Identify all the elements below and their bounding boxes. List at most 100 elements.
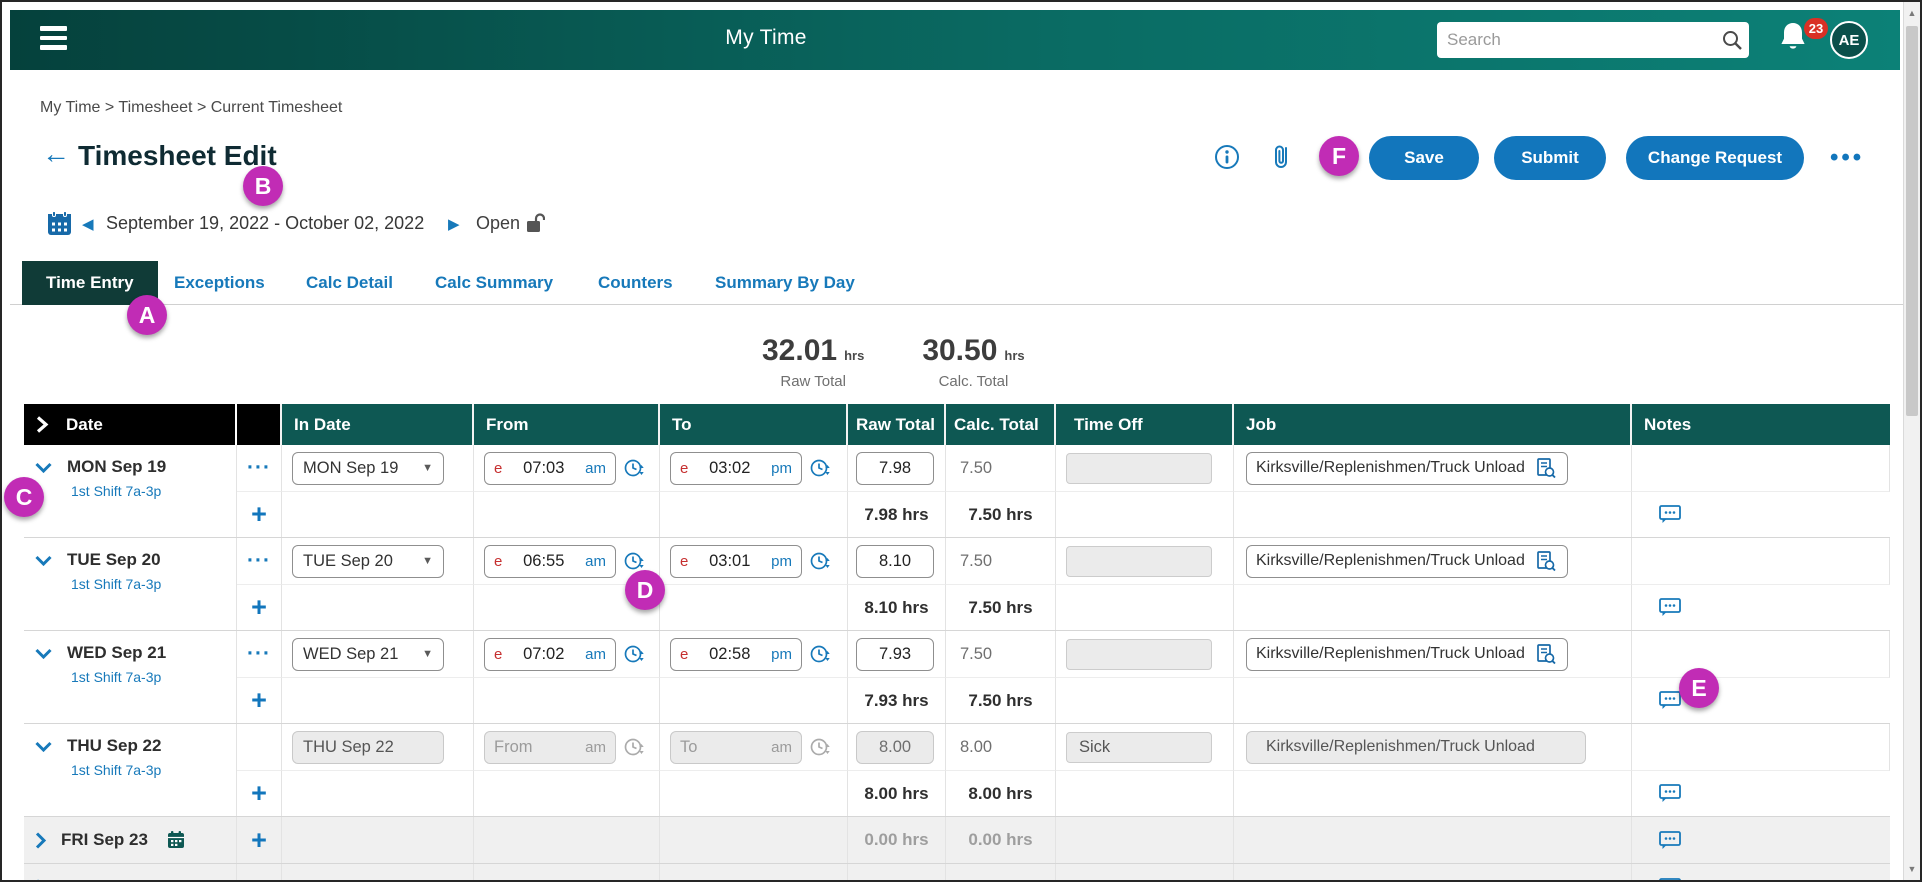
period-range: September 19, 2022 - October 02, 2022 (106, 213, 425, 233)
add-row-button[interactable]: + (237, 826, 281, 854)
to-time-input[interactable]: e 02:58 pm (670, 637, 802, 671)
from-time-input[interactable]: e 07:02 am (484, 637, 616, 671)
calc-total-block: 30.50 hrs Calc. Total (922, 334, 1025, 390)
in-date-select[interactable]: TUE Sep 20 ▼ (292, 544, 444, 578)
info-icon[interactable] (1214, 144, 1240, 175)
avatar[interactable]: AE (1830, 21, 1868, 59)
chevron-right-icon[interactable] (34, 878, 47, 880)
previous-period-button[interactable]: ◀ (82, 215, 94, 233)
row-menu-button[interactable]: ··· (237, 457, 281, 478)
save-button[interactable]: Save (1369, 136, 1479, 180)
chevron-down-icon[interactable] (34, 740, 53, 753)
clock-arrows-icon[interactable] (623, 643, 646, 666)
row-menu-button[interactable]: ··· (237, 643, 281, 664)
add-row-button[interactable]: + (237, 687, 281, 714)
scroll-up-arrow[interactable]: ▲ (1904, 8, 1920, 18)
tab-calc-detail[interactable]: Calc Detail (306, 261, 393, 305)
shift-label[interactable]: 1st Shift 7a-3p (71, 483, 161, 499)
job-input[interactable]: Kirksville/Replenishmen/Truck Unload (1246, 544, 1568, 578)
calc-subtotal: 7.50 hrs (968, 597, 1033, 617)
chevron-down-icon[interactable] (34, 647, 53, 660)
day-label: THU Sep 22 (67, 736, 162, 755)
scroll-down-arrow[interactable]: ▼ (1904, 864, 1920, 874)
chevron-down-icon[interactable] (34, 554, 53, 567)
more-actions-button[interactable]: ••• (1830, 144, 1864, 172)
schedule-mini-calendar-icon[interactable] (166, 830, 186, 850)
tab-calc-summary[interactable]: Calc Summary (435, 261, 553, 305)
tab-summary-by-day[interactable]: Summary By Day (715, 261, 855, 305)
tab-counters[interactable]: Counters (598, 261, 673, 305)
row-menu-button[interactable]: ··· (237, 550, 281, 571)
day-label: MON Sep 19 (67, 457, 167, 476)
submit-button[interactable]: Submit (1494, 136, 1606, 180)
paperclip-icon[interactable] (1270, 142, 1292, 177)
hamburger-menu-icon[interactable] (40, 26, 68, 54)
from-time-input[interactable]: e 07:03 am (484, 451, 616, 485)
clock-arrows-icon[interactable] (809, 550, 832, 573)
from-time-input[interactable]: e 06:55 am (484, 544, 616, 578)
calc-total-value: 7.50 (960, 644, 993, 663)
app-title: My Time (725, 26, 807, 49)
scrollbar-thumb[interactable] (1906, 26, 1918, 416)
notes-comment-icon[interactable] (1658, 877, 1682, 880)
time-off-input: Sick (1066, 731, 1212, 763)
notes-comment-icon[interactable] (1658, 597, 1682, 618)
next-period-button[interactable]: ▶ (448, 215, 460, 233)
calc-total-value: 7.50 (960, 551, 993, 570)
calc-total-value: 30.50 (922, 334, 998, 367)
notes-comment-icon[interactable] (1658, 504, 1682, 525)
job-input[interactable]: Kirksville/Replenishmen/Truck Unload (1246, 637, 1568, 671)
vertical-scrollbar[interactable]: ▲ ▼ (1903, 2, 1920, 880)
to-time-input[interactable]: e 03:01 pm (670, 544, 802, 578)
clock-arrows-icon[interactable] (623, 550, 646, 573)
back-button[interactable]: ← (42, 140, 70, 168)
header-from: From (474, 404, 660, 445)
notes-comment-icon[interactable] (1658, 690, 1682, 711)
raw-subtotal: 8.10 hrs (864, 597, 929, 617)
search-input[interactable] (1437, 30, 1715, 50)
day-block-thu: THU Sep 22 1st Shift 7a-3p THU Sep 22 Fr… (24, 724, 1890, 817)
clock-arrows-icon[interactable] (809, 643, 832, 666)
chevron-down-icon[interactable] (34, 461, 53, 474)
time-off-input[interactable] (1066, 452, 1212, 484)
add-row-button[interactable]: + (237, 594, 281, 621)
shift-label[interactable]: 1st Shift 7a-3p (71, 576, 161, 592)
expand-all-chevron-icon[interactable] (34, 415, 50, 434)
shift-label[interactable]: 1st Shift 7a-3p (71, 762, 161, 778)
org-lookup-icon[interactable] (1534, 456, 1558, 480)
add-row-button[interactable]: + (237, 780, 281, 807)
raw-total-input[interactable]: 8.10 (856, 544, 934, 578)
search-icon[interactable] (1715, 23, 1749, 57)
notes-comment-icon[interactable] (1658, 783, 1682, 804)
in-date-select[interactable]: WED Sep 21 ▼ (292, 637, 444, 671)
shift-label[interactable]: 1st Shift 7a-3p (71, 669, 161, 685)
job-input[interactable]: Kirksville/Replenishmen/Truck Unload (1246, 451, 1568, 485)
add-row-button[interactable]: + (237, 501, 281, 528)
clock-arrows-icon[interactable] (623, 457, 646, 480)
calendar-icon[interactable] (46, 210, 73, 242)
change-request-button[interactable]: Change Request (1626, 136, 1804, 180)
org-lookup-icon[interactable] (1534, 642, 1558, 666)
calc-total-value: 8.00 (960, 737, 993, 756)
notifications-button[interactable]: 23 (1778, 18, 1828, 64)
annotation-marker-e: E (1679, 668, 1719, 708)
edited-flag: e (680, 645, 689, 663)
org-lookup-icon[interactable] (1534, 549, 1558, 573)
edited-flag: e (680, 459, 689, 477)
add-row-button[interactable]: + (237, 873, 281, 880)
edited-flag: e (494, 552, 503, 570)
to-time-input[interactable]: e 03:02 pm (670, 451, 802, 485)
tab-exceptions[interactable]: Exceptions (174, 261, 265, 305)
time-off-input[interactable] (1066, 638, 1212, 670)
calc-subtotal: 0.00 hrs (946, 877, 1055, 880)
clock-arrows-icon[interactable] (809, 457, 832, 480)
raw-total-input[interactable]: 7.93 (856, 637, 934, 671)
in-date-select[interactable]: MON Sep 19 ▼ (292, 451, 444, 485)
notes-comment-icon[interactable] (1658, 830, 1682, 851)
chevron-right-icon[interactable] (34, 831, 47, 850)
time-off-input[interactable] (1066, 545, 1212, 577)
day-label: FRI Sep 23 (61, 830, 148, 849)
breadcrumb[interactable]: My Time > Timesheet > Current Timesheet (40, 99, 342, 117)
job-input: Kirksville/Replenishmen/Truck Unload (1246, 730, 1586, 764)
raw-total-input[interactable]: 7.98 (856, 451, 934, 485)
